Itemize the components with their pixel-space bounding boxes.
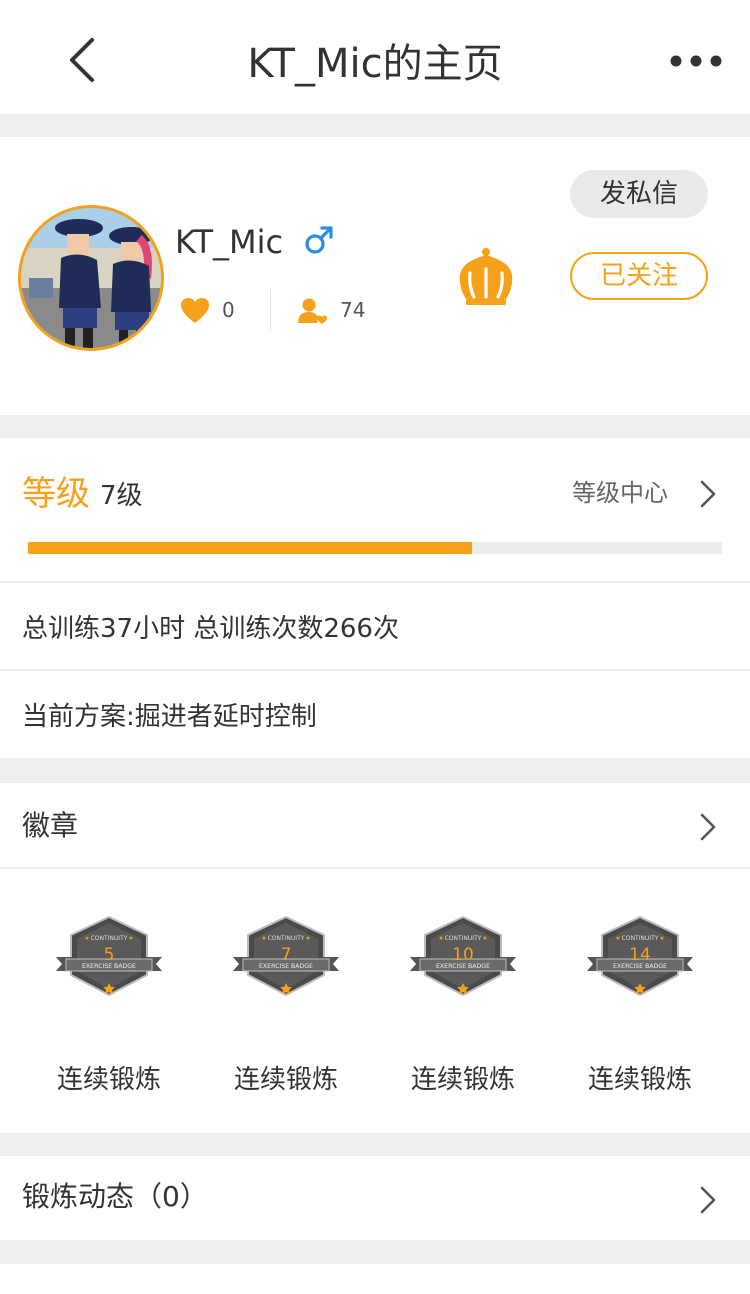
badge-item[interactable]: CONTINUITY ★ ★ 5 EXERCISE BADGE 连续锻炼	[44, 913, 174, 1103]
chevron-right-icon[interactable]	[696, 476, 720, 512]
badge-label: 连续锻炼	[410, 1065, 515, 1095]
badge-label: 连续锻炼	[56, 1065, 161, 1095]
stat-divider	[270, 289, 271, 331]
level-progress-bar	[28, 542, 722, 554]
chevron-right-icon[interactable]	[696, 809, 720, 845]
heart-icon	[181, 298, 209, 323]
badge-top-text: CONTINUITY	[91, 935, 128, 942]
svg-text:★: ★	[261, 935, 266, 942]
level-label: 等级	[22, 474, 90, 514]
badge-ribbon-text: EXERCISE BADGE	[436, 963, 490, 970]
fans-count: 74	[340, 298, 366, 322]
chevron-right-icon[interactable]	[696, 1182, 720, 1218]
svg-text:★: ★	[84, 935, 89, 942]
level-card: 等级 7级 等级中心 总训练37小时 总训练次数266次 当前方案:掘进者延时控…	[0, 438, 750, 758]
divider	[0, 669, 750, 671]
level-value: 7级	[100, 481, 143, 511]
badge-icon: CONTINUITY★ ★ 14EXERCISE BADGE	[587, 915, 693, 997]
divider	[0, 867, 750, 869]
badge-top-text: CONTINUITY	[445, 935, 482, 942]
activity-card[interactable]: 锻炼动态（0）	[0, 1156, 750, 1240]
like-count: 0	[222, 298, 235, 322]
badge-icon: CONTINUITY★ ★ 5EXERCISE BADGE	[56, 915, 162, 997]
badge-item[interactable]: CONTINUITY ★ ★ 14 EXERCISE BADGE 连续锻炼	[575, 913, 705, 1103]
avatar[interactable]	[18, 205, 164, 351]
page-title: KT_Mic的主页	[247, 41, 503, 87]
badge-number: 10	[452, 945, 474, 965]
svg-text:★: ★	[305, 935, 310, 942]
divider	[0, 581, 750, 583]
activity-title: 锻炼动态（0）	[22, 1180, 208, 1213]
badge-ribbon-text: EXERCISE BADGE	[259, 963, 313, 970]
badge-label: 连续锻炼	[233, 1065, 338, 1095]
badge-icon: CONTINUITY★ ★ 7EXERCISE BADGE	[233, 915, 339, 997]
send-message-button[interactable]: 发私信	[570, 170, 708, 218]
svg-text:★: ★	[128, 935, 133, 942]
crown-icon	[459, 248, 513, 305]
badge-top-text: CONTINUITY	[622, 935, 659, 942]
svg-text:★: ★	[615, 935, 620, 942]
badge-item[interactable]: CONTINUITY ★ ★ 7 EXERCISE BADGE 连续锻炼	[221, 913, 351, 1103]
level-center-link[interactable]: 等级中心	[572, 478, 668, 508]
training-summary: 总训练37小时 总训练次数266次	[22, 614, 399, 644]
male-icon	[305, 226, 333, 254]
profile-card: KT_Mic 0 74 发私信 已关注	[0, 137, 750, 415]
badge-number: 7	[281, 945, 292, 965]
avatar-image	[21, 208, 161, 348]
badge-ribbon-text: EXERCISE BADGE	[82, 963, 136, 970]
follow-button[interactable]: 已关注	[570, 252, 708, 300]
fans-icon	[298, 298, 327, 324]
level-progress-fill	[28, 542, 473, 554]
svg-text:★: ★	[482, 935, 487, 942]
username: KT_Mic	[175, 223, 284, 261]
badges-card: 徽章 CONTINUITY ★ ★ 5 EXERCISE BADGE 连续锻炼 CONTIN…	[0, 783, 750, 1133]
badge-label: 连续锻炼	[587, 1065, 692, 1095]
svg-text:★: ★	[438, 935, 443, 942]
badge-number: 5	[104, 945, 115, 965]
next-section	[0, 1264, 750, 1294]
badge-ribbon-text: EXERCISE BADGE	[613, 963, 667, 970]
nav-bar: KT_Mic的主页	[0, 0, 750, 114]
svg-text:★: ★	[659, 935, 664, 942]
badge-top-text: CONTINUITY	[268, 935, 305, 942]
badge-item[interactable]: CONTINUITY ★ ★ 10 EXERCISE BADGE 连续锻炼	[398, 913, 528, 1103]
badge-number: 14	[629, 945, 651, 965]
more-dots-icon[interactable]	[664, 44, 728, 78]
current-plan: 当前方案:掘进者延时控制	[22, 702, 317, 732]
badge-icon: CONTINUITY★ ★ 10EXERCISE BADGE	[410, 915, 516, 997]
badges-title: 徽章	[22, 809, 79, 842]
